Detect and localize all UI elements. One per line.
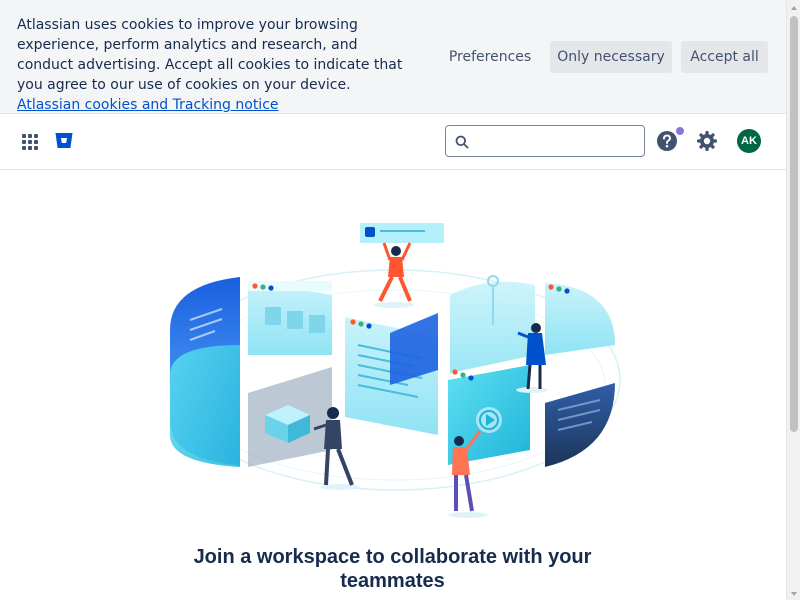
search-icon: [455, 134, 469, 149]
page-scrollbar[interactable]: [786, 0, 800, 600]
preferences-button[interactable]: Preferences: [442, 41, 538, 73]
cookie-message-text: Atlassian uses cookies to improve your b…: [17, 17, 403, 93]
cookie-notice-link[interactable]: Atlassian cookies and Tracking notice: [17, 97, 279, 113]
accept-all-button[interactable]: Accept all: [681, 41, 768, 73]
page-heading: Join a workspace to collaborate with you…: [193, 546, 592, 592]
top-navigation: AK: [0, 114, 786, 170]
workspace-collaboration-illustration: [160, 205, 630, 525]
notification-badge: [676, 127, 684, 135]
avatar[interactable]: AK: [737, 129, 761, 153]
bitbucket-logo-icon[interactable]: [54, 131, 74, 151]
search-input-container[interactable]: [445, 125, 645, 157]
gear-icon[interactable]: [696, 130, 718, 152]
scrollbar-thumb[interactable]: [790, 16, 798, 432]
scroll-up-arrow-icon[interactable]: [787, 0, 800, 14]
only-necessary-button[interactable]: Only necessary: [550, 41, 672, 73]
cookie-banner: Atlassian uses cookies to improve your b…: [0, 0, 786, 114]
search-input[interactable]: [476, 130, 636, 152]
cookie-message: Atlassian uses cookies to improve your b…: [17, 15, 417, 115]
scroll-down-arrow-icon[interactable]: [787, 586, 800, 600]
help-icon[interactable]: [656, 130, 678, 152]
app-switcher-grid-icon[interactable]: [20, 132, 40, 152]
